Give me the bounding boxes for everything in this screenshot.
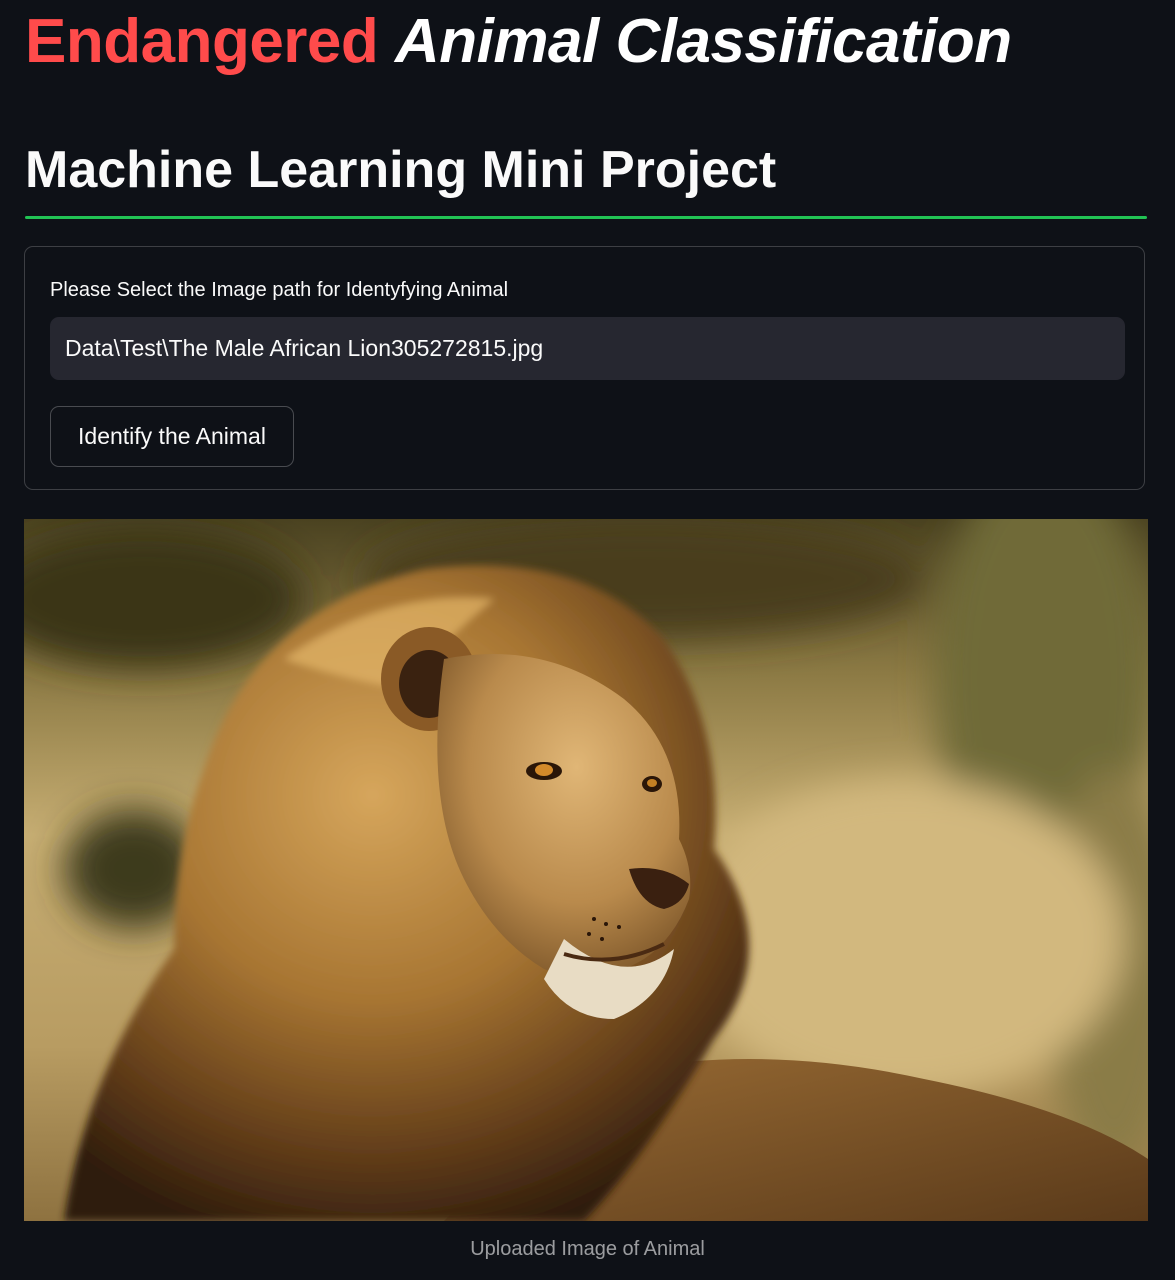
uploaded-animal-image	[24, 519, 1148, 1221]
identify-button[interactable]: Identify the Animal	[50, 406, 294, 467]
image-caption: Uploaded Image of Animal	[470, 1238, 705, 1260]
title-highlight: Endangered	[25, 7, 379, 76]
page-subtitle: Machine Learning Mini Project	[25, 141, 777, 199]
header-divider	[25, 216, 1147, 219]
title-rest: Animal Classification	[395, 7, 1012, 76]
image-path-input[interactable]	[50, 317, 1125, 380]
image-path-label: Please Select the Image path for Identyf…	[50, 279, 509, 301]
app-title: Endangered Animal Classification	[25, 6, 1012, 78]
identify-form: Please Select the Image path for Identyf…	[24, 246, 1145, 490]
app-page: Endangered Animal Classification Machine…	[0, 0, 1175, 1280]
